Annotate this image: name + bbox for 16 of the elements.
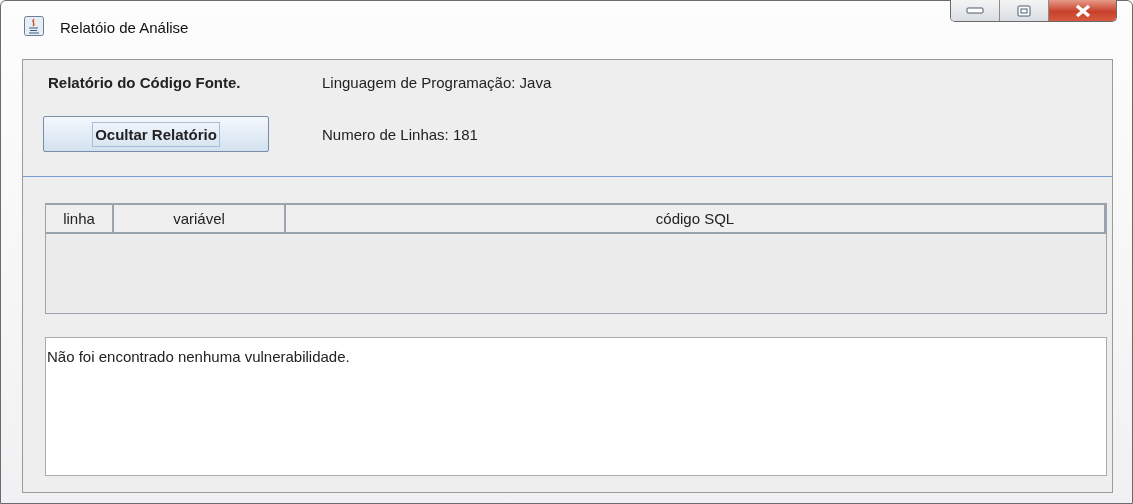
maximize-button[interactable] (1000, 0, 1049, 21)
close-icon (1073, 3, 1092, 18)
minimize-icon (966, 6, 984, 15)
report-heading: Relatório do Código Fonte. (47, 73, 242, 91)
column-header[interactable]: código SQL (286, 205, 1106, 234)
minimize-button[interactable] (951, 0, 1000, 21)
maximize-icon (1017, 4, 1031, 17)
close-button[interactable] (1049, 0, 1116, 21)
app-icon (24, 16, 44, 36)
line-count-label: Numero de Linhas: 181 (322, 125, 479, 143)
column-header[interactable]: linha (46, 205, 114, 234)
column-header[interactable]: variável (114, 205, 286, 234)
message-text-area[interactable]: Não foi encontrado nenhuma vulnerabilidade. (45, 337, 1107, 476)
window-title: Relatóio de Análise (60, 19, 189, 36)
hide-report-button[interactable]: Ocultar Relatório (43, 116, 269, 152)
language-label: Linguagem de Programação: Java (322, 73, 553, 91)
